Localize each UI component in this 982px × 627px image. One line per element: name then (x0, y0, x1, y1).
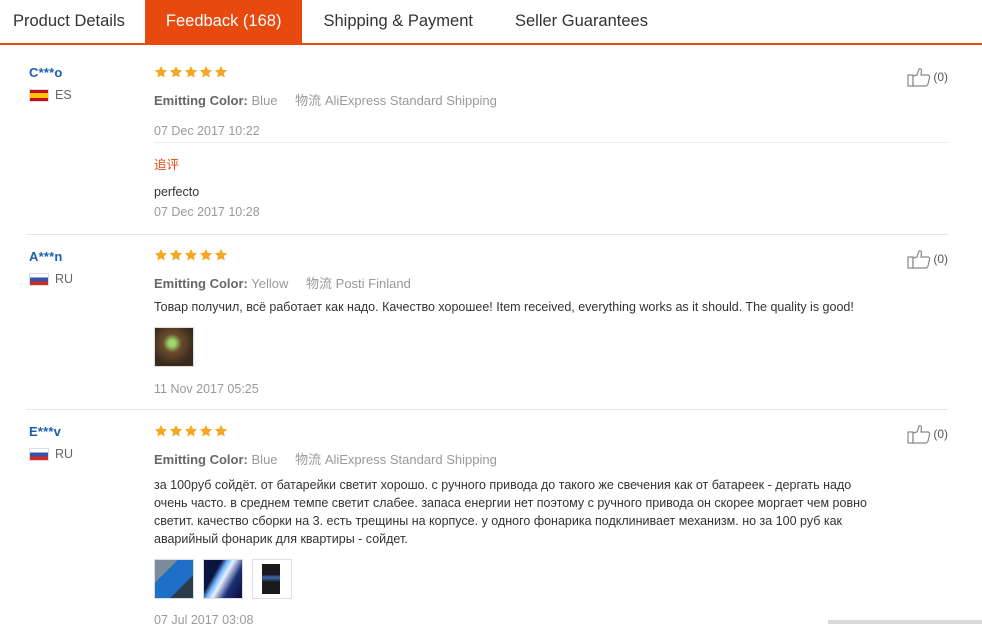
like-button[interactable]: (0) (907, 424, 948, 444)
reviewer-country: ES (29, 88, 72, 102)
star-icon (154, 65, 168, 79)
review-photo-thumbnail[interactable] (154, 327, 194, 367)
review-text: за 100руб сойдёт. от батарейки светит хо… (154, 476, 942, 548)
review-text: Товар получил, всё работает как надо. Ка… (154, 298, 942, 316)
reviewer-info: A***n RU (29, 249, 73, 286)
order-info: Emitting Color: Yellow 物流 Posti Finland (154, 273, 942, 292)
reviewer-country: RU (29, 272, 73, 286)
like-count: (0) (933, 427, 948, 441)
star-icon (199, 248, 213, 262)
review-text-line: аварийный фонарик для квартиры - сойдет. (154, 530, 942, 548)
followup-divider (154, 142, 948, 143)
followup-label: 追评 (154, 154, 942, 173)
shipping-method: AliExpress Standard Shipping (325, 452, 497, 467)
emitting-color-label: Emitting Color: (154, 93, 248, 108)
star-icon (199, 65, 213, 79)
like-count: (0) (933, 252, 948, 266)
review-content: Emitting Color: Blue 物流 AliExpress Stand… (154, 65, 942, 138)
country-code: ES (55, 88, 72, 102)
like-count: (0) (933, 70, 948, 84)
reviewer-country: RU (29, 447, 73, 461)
order-info: Emitting Color: Blue 物流 AliExpress Stand… (154, 90, 942, 109)
like-button[interactable]: (0) (907, 249, 948, 269)
star-icon (169, 65, 183, 79)
star-icon (214, 424, 228, 438)
star-rating (154, 65, 942, 81)
emitting-color-value: Yellow (251, 276, 288, 291)
reviewer-name[interactable]: A***n (29, 249, 73, 264)
review-content: Emitting Color: Blue 物流 AliExpress Stand… (154, 424, 942, 627)
followup-date: 07 Dec 2017 10:28 (154, 205, 942, 219)
emitting-color-label: Emitting Color: (154, 452, 248, 467)
star-icon (184, 65, 198, 79)
star-icon (184, 248, 198, 262)
thumbs-up-icon (907, 424, 931, 444)
review-item: C***o ES Emitting Color: Blue 物流 AliExpr… (0, 45, 982, 235)
spain-flag-icon (29, 89, 49, 102)
star-icon (184, 424, 198, 438)
star-icon (154, 248, 168, 262)
reviewer-info: E***v RU (29, 424, 73, 461)
star-icon (169, 424, 183, 438)
tab-feedback[interactable]: Feedback (168) (145, 0, 303, 43)
like-button[interactable]: (0) (907, 67, 948, 87)
review-item: A***n RU Emitting Color: Yellow 物流 Posti… (0, 235, 982, 410)
review-date: 07 Jul 2017 03:08 (154, 613, 942, 627)
logistics-label: 物流 (295, 93, 321, 108)
review-photo-thumbnail[interactable] (154, 559, 194, 599)
star-rating (154, 248, 942, 264)
country-code: RU (55, 272, 73, 286)
review-photos (154, 559, 942, 599)
emitting-color-value: Blue (252, 452, 278, 467)
star-rating (154, 424, 942, 440)
review-text-line: за 100руб сойдёт. от батарейки светит хо… (154, 476, 942, 494)
star-icon (214, 248, 228, 262)
review-photo-thumbnail[interactable] (203, 559, 243, 599)
russia-flag-icon (29, 273, 49, 286)
tab-bar: Product Details Feedback (168) Shipping … (0, 0, 982, 45)
review-date: 11 Nov 2017 05:25 (154, 382, 942, 396)
tab-seller-guarantees[interactable]: Seller Guarantees (494, 0, 669, 43)
reviewer-name[interactable]: C***o (29, 65, 72, 80)
review-text-line: светит. качество сборки на 3. есть трещи… (154, 512, 942, 530)
review-content: Emitting Color: Yellow 物流 Posti Finland … (154, 248, 942, 396)
review-item: E***v RU Emitting Color: Blue 物流 AliExpr… (0, 410, 982, 624)
russia-flag-icon (29, 448, 49, 461)
country-code: RU (55, 447, 73, 461)
thumbs-up-icon (907, 249, 931, 269)
review-photos (154, 327, 942, 367)
review-date: 07 Dec 2017 10:22 (154, 124, 942, 138)
review-photo-thumbnail[interactable] (252, 559, 292, 599)
star-icon (154, 424, 168, 438)
reviewer-name[interactable]: E***v (29, 424, 73, 439)
logistics-label: 物流 (306, 276, 332, 291)
thumbs-up-icon (907, 67, 931, 87)
star-icon (214, 65, 228, 79)
shipping-method: AliExpress Standard Shipping (325, 93, 497, 108)
star-icon (199, 424, 213, 438)
followup-text: perfecto (154, 183, 942, 201)
tab-shipping-payment[interactable]: Shipping & Payment (302, 0, 494, 43)
star-icon (169, 248, 183, 262)
tab-product-details[interactable]: Product Details (0, 0, 145, 43)
reviewer-info: C***o ES (29, 65, 72, 102)
followup-content: 追评 perfecto 07 Dec 2017 10:28 (154, 154, 942, 219)
order-info: Emitting Color: Blue 物流 AliExpress Stand… (154, 449, 942, 468)
shipping-method: Posti Finland (336, 276, 411, 291)
emitting-color-label: Emitting Color: (154, 276, 248, 291)
emitting-color-value: Blue (252, 93, 278, 108)
logistics-label: 物流 (295, 452, 321, 467)
scroll-indicator (828, 620, 982, 624)
review-text-line: очень часто. в среднем темпе светит слаб… (154, 494, 942, 512)
